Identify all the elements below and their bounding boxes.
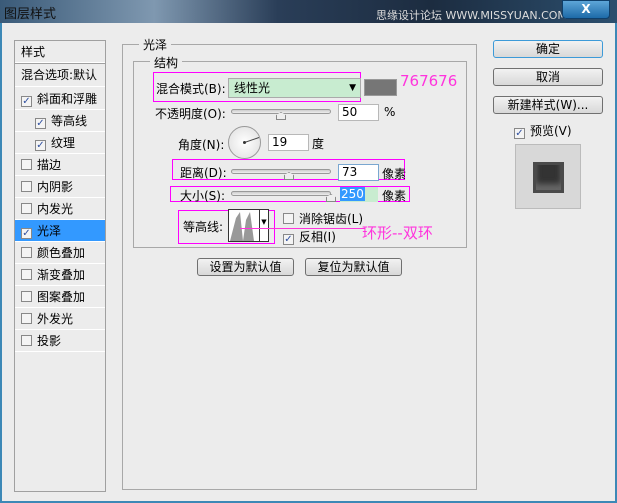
angle-unit: 度 [312, 137, 325, 151]
structure-title: 结构 [150, 54, 183, 71]
sidebar-item[interactable]: ✓ 纹理 [15, 132, 105, 154]
sidebar-item[interactable]: 渐变叠加 [15, 264, 105, 286]
checkbox-icon[interactable] [21, 291, 32, 302]
chevron-down-icon[interactable]: ▼ [259, 210, 268, 241]
sidebar-item[interactable]: 图案叠加 [15, 286, 105, 308]
chevron-down-icon: ▼ [349, 83, 356, 93]
checkmark-icon: ✓ [283, 234, 294, 245]
size-slider[interactable] [231, 191, 331, 196]
reset-default-button[interactable]: 复位为默认值 [305, 258, 402, 276]
checkbox-icon [283, 213, 294, 224]
make-default-button[interactable]: 设置为默认值 [197, 258, 294, 276]
distance-label: 距离(D): [180, 166, 227, 180]
sidebar-item-label: 描边 [37, 158, 62, 172]
sidebar-item-label: 颜色叠加 [37, 246, 86, 260]
preview-label: 预览(V) [530, 124, 572, 138]
color-swatch[interactable] [364, 79, 397, 96]
preview-thumbnail [533, 162, 564, 193]
size-unit: 像素 [382, 189, 407, 203]
sidebar-item-label: 图案叠加 [37, 290, 86, 304]
close-button[interactable]: X [562, 0, 610, 19]
sidebar-item-label: 纹理 [51, 136, 76, 150]
angle-label: 角度(N): [178, 138, 225, 152]
sidebar-item-label: 内发光 [37, 202, 74, 216]
antialias-label: 消除锯齿(L) [299, 212, 364, 226]
checkmark-icon[interactable]: ✓ [35, 118, 46, 129]
distance-unit: 像素 [382, 167, 407, 181]
checkmark-icon: ✓ [514, 128, 525, 139]
checkbox-icon[interactable] [21, 181, 32, 192]
angle-input[interactable]: 19 [268, 134, 309, 151]
checkbox-icon[interactable] [21, 247, 32, 258]
sidebar-item[interactable]: ✓ 斜面和浮雕 [15, 88, 105, 110]
sidebar-item-label: 斜面和浮雕 [37, 92, 98, 106]
cancel-button[interactable]: 取消 [493, 68, 603, 86]
sidebar-item-label: 等高线 [51, 114, 88, 128]
size-value: 250 [340, 187, 365, 201]
sidebar-item[interactable]: 颜色叠加 [15, 242, 105, 264]
annotation-arrow [240, 228, 365, 229]
blend-mode-select[interactable]: 线性光 ▼ [228, 78, 361, 98]
preview-checkbox[interactable]: ✓ 预览(V) [514, 122, 572, 139]
checkbox-icon[interactable] [21, 203, 32, 214]
size-label: 大小(S): [180, 189, 226, 203]
checkbox-icon[interactable] [21, 159, 32, 170]
blend-options[interactable]: 混合选项:默认 [15, 63, 105, 87]
color-annotation: 767676 [400, 72, 458, 90]
sidebar-item-label: 外发光 [37, 312, 74, 326]
checkmark-icon[interactable]: ✓ [21, 228, 32, 239]
contour-picker[interactable]: ▼ [228, 209, 269, 242]
sidebar-item[interactable]: 内发光 [15, 198, 105, 220]
distance-input[interactable]: 73 [338, 164, 379, 181]
new-style-button[interactable]: 新建样式(W)... [493, 96, 603, 114]
style-preview [515, 144, 581, 209]
sidebar-item-label: 光泽 [37, 224, 62, 238]
invert-checkbox[interactable]: ✓ 反相(I) [283, 228, 336, 245]
sidebar-item[interactable]: ✓ 等高线 [15, 110, 105, 132]
angle-dial[interactable] [228, 126, 261, 159]
sidebar-item[interactable]: ✓ 光泽 [15, 220, 105, 242]
styles-header[interactable]: 样式 [15, 41, 105, 63]
sidebar-item-label: 内阴影 [37, 180, 74, 194]
satin-title: 光泽 [139, 36, 172, 53]
ok-button[interactable]: 确定 [493, 40, 603, 58]
opacity-input[interactable]: 50 [338, 104, 379, 121]
sidebar-item[interactable]: 内阴影 [15, 176, 105, 198]
checkbox-icon[interactable] [21, 269, 32, 280]
checkmark-icon[interactable]: ✓ [35, 140, 46, 151]
sidebar-item-label: 投影 [37, 334, 62, 348]
invert-label: 反相(I) [299, 230, 336, 244]
contour-preview-icon [230, 212, 254, 241]
checkbox-icon[interactable] [21, 313, 32, 324]
sidebar-item[interactable]: 描边 [15, 154, 105, 176]
opacity-unit: % [384, 105, 396, 119]
distance-slider[interactable] [231, 169, 331, 174]
checkbox-icon[interactable] [21, 335, 32, 346]
blend-mode-value: 线性光 [234, 81, 271, 95]
watermark: 思缘设计论坛 WWW.MISSYUAN.COM [376, 9, 567, 22]
sidebar-item-label: 渐变叠加 [37, 268, 86, 282]
size-input[interactable]: 250 [340, 187, 378, 202]
contour-annotation: 环形--双环 [362, 224, 433, 242]
antialias-checkbox[interactable]: 消除锯齿(L) [283, 210, 363, 227]
window-title: 图层样式 [4, 7, 57, 22]
checkmark-icon[interactable]: ✓ [21, 96, 32, 107]
contour-label: 等高线: [183, 220, 224, 234]
styles-list: 样式 混合选项:默认 ✓ 斜面和浮雕 ✓ 等高线 ✓ 纹理描边内阴影内发光 ✓ 光泽颜色叠加渐… [14, 40, 106, 492]
opacity-label: 不透明度(O): [155, 107, 226, 121]
sidebar-item[interactable]: 外发光 [15, 308, 105, 330]
blend-mode-label: 混合模式(B): [156, 82, 226, 96]
sidebar-item[interactable]: 投影 [15, 330, 105, 352]
